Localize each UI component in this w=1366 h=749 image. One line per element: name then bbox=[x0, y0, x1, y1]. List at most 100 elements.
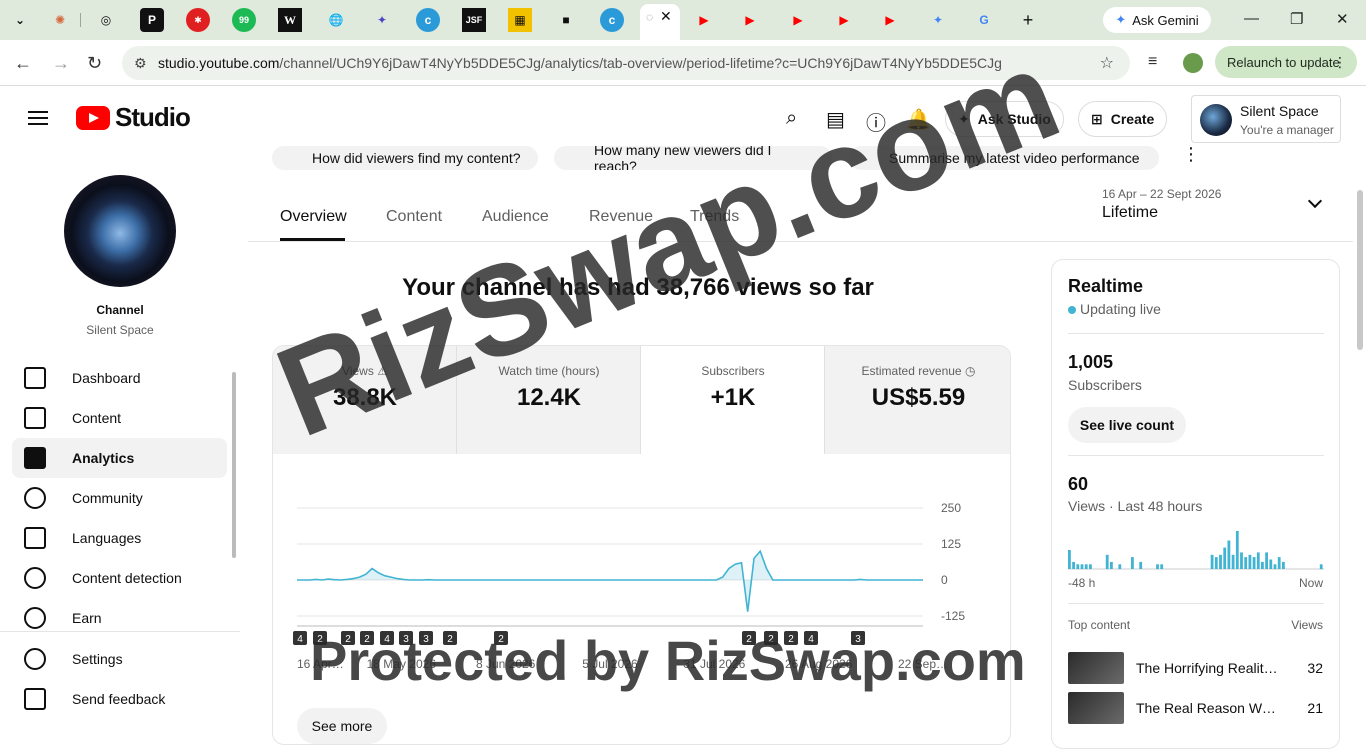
top-video-title[interactable]: The Real Reason We … bbox=[1136, 700, 1282, 716]
suggestion-chip[interactable]: How did viewers find my content? bbox=[272, 146, 538, 170]
profile-avatar-icon[interactable] bbox=[1183, 53, 1203, 73]
realtime-bar[interactable] bbox=[1244, 557, 1248, 569]
chevron-down-icon[interactable] bbox=[1307, 193, 1323, 209]
realtime-bar[interactable] bbox=[1080, 564, 1084, 570]
video-marker[interactable]: 2 bbox=[784, 631, 798, 645]
views-series-line[interactable] bbox=[297, 549, 923, 612]
new-tab-icon[interactable]: + bbox=[1016, 8, 1040, 32]
tab-favicon-c[interactable]: c bbox=[416, 8, 440, 32]
metric-subscribers[interactable]: Subscribers +1K bbox=[641, 346, 825, 454]
video-marker[interactable]: 2 bbox=[742, 631, 756, 645]
bookmark-star-icon[interactable]: ☆ bbox=[1100, 53, 1114, 73]
tab-favicon-c2[interactable]: c bbox=[600, 8, 624, 32]
minimize-icon[interactable]: — bbox=[1244, 10, 1259, 27]
metric-watch-time[interactable]: Watch time (hours) 12.4K bbox=[457, 346, 641, 454]
tab-favicon-p[interactable]: P bbox=[140, 8, 164, 32]
realtime-bar[interactable] bbox=[1160, 564, 1164, 570]
realtime-bar[interactable] bbox=[1068, 550, 1071, 569]
metric-estimated-revenue[interactable]: Estimated revenue ◷ US$5.59 bbox=[825, 346, 1010, 454]
realtime-bar[interactable] bbox=[1231, 554, 1235, 570]
back-icon[interactable]: ← bbox=[14, 53, 32, 74]
tab-audience[interactable]: Audience bbox=[482, 208, 549, 226]
tab-favicon-youtube-1[interactable]: ▶ bbox=[692, 8, 716, 32]
search-icon[interactable]: ⌕ bbox=[786, 107, 797, 130]
tab-favicon-sheet[interactable]: ▦ bbox=[508, 8, 532, 32]
restore-icon[interactable]: ❐ bbox=[1290, 10, 1303, 28]
tab-favicon-green[interactable]: 99 bbox=[232, 8, 256, 32]
more-menu-icon[interactable]: ⋮ bbox=[1333, 54, 1347, 71]
see-more-button[interactable]: See more bbox=[297, 708, 387, 744]
sidebar-item-content-detection[interactable]: Content detection bbox=[12, 558, 227, 598]
media-control-icon[interactable]: ≡ bbox=[1148, 53, 1157, 71]
video-thumbnail[interactable] bbox=[1068, 652, 1124, 684]
tab-revenue[interactable]: Revenue bbox=[589, 208, 653, 226]
menu-icon[interactable] bbox=[28, 111, 48, 125]
tab-favicon-chatgpt[interactable]: ◎ bbox=[94, 8, 118, 32]
tab-favicon-dark[interactable]: ■ bbox=[554, 8, 578, 32]
realtime-bar[interactable] bbox=[1256, 552, 1260, 569]
studio-logo-text[interactable]: Studio bbox=[115, 102, 191, 133]
video-marker[interactable]: 3 bbox=[851, 631, 865, 645]
video-marker[interactable]: 4 bbox=[804, 631, 818, 645]
realtime-bar[interactable] bbox=[1240, 552, 1243, 569]
tab-favicon-claude[interactable]: ✺ bbox=[48, 8, 72, 32]
relaunch-button[interactable]: Relaunch to update ⋮ bbox=[1215, 46, 1357, 78]
video-marker[interactable]: 2 bbox=[360, 631, 374, 645]
video-marker[interactable]: 2 bbox=[764, 631, 778, 645]
realtime-bar[interactable] bbox=[1214, 557, 1218, 569]
realtime-bar[interactable] bbox=[1139, 561, 1143, 569]
reload-icon[interactable]: ↻ bbox=[87, 53, 102, 74]
realtime-bar[interactable] bbox=[1273, 564, 1277, 570]
video-marker[interactable]: 2 bbox=[443, 631, 457, 645]
sidebar-item-analytics[interactable]: Analytics bbox=[12, 438, 227, 478]
video-marker[interactable]: 2 bbox=[313, 631, 327, 645]
create-button[interactable]: ⊞ Create bbox=[1078, 101, 1168, 137]
window-close-icon[interactable]: ✕ bbox=[1336, 10, 1349, 28]
tab-favicon-youtube-2[interactable]: ▶ bbox=[738, 8, 762, 32]
tab-overview[interactable]: Overview bbox=[280, 208, 347, 226]
sidebar-item-earn[interactable]: Earn bbox=[12, 598, 227, 638]
tab-favicon-globe[interactable]: 🌐 bbox=[324, 8, 348, 32]
period-selector[interactable]: Lifetime bbox=[1102, 204, 1158, 222]
tab-favicon-google[interactable]: G bbox=[972, 8, 996, 32]
realtime-bar[interactable] bbox=[1252, 557, 1256, 569]
tab-trends[interactable]: Trends bbox=[690, 208, 739, 226]
realtime-bar[interactable] bbox=[1072, 561, 1075, 569]
tab-favicon-red[interactable]: ✱ bbox=[186, 8, 210, 32]
ask-studio-button[interactable]: ✦ Ask Studio bbox=[945, 101, 1064, 137]
channel-avatar[interactable] bbox=[64, 175, 176, 287]
realtime-bar[interactable] bbox=[1089, 564, 1092, 570]
realtime-bar[interactable] bbox=[1210, 554, 1214, 570]
active-tab[interactable]: ◌ ✕ bbox=[640, 4, 680, 40]
sidebar-item-send-feedback[interactable]: Send feedback bbox=[12, 679, 227, 719]
video-thumbnail[interactable] bbox=[1068, 692, 1124, 724]
sidebar-item-languages[interactable]: Languages bbox=[12, 518, 227, 558]
views-line-chart[interactable]: 2501250-12542224332222244316 Apr…18 May … bbox=[273, 486, 1011, 745]
video-marker[interactable]: 2 bbox=[341, 631, 355, 645]
realtime-bar[interactable] bbox=[1118, 564, 1122, 570]
video-marker[interactable]: 2 bbox=[494, 631, 508, 645]
sidebar-item-dashboard[interactable]: Dashboard bbox=[12, 358, 227, 398]
page-scrollbar[interactable] bbox=[1357, 190, 1363, 350]
sidebar-item-settings[interactable]: Settings bbox=[12, 639, 227, 679]
video-marker[interactable]: 3 bbox=[399, 631, 413, 645]
realtime-bar-chart[interactable] bbox=[1068, 528, 1324, 570]
realtime-bar[interactable] bbox=[1261, 561, 1264, 569]
realtime-bar[interactable] bbox=[1248, 554, 1252, 570]
realtime-bar[interactable] bbox=[1076, 564, 1080, 570]
video-marker[interactable]: 4 bbox=[380, 631, 394, 645]
forward-icon[interactable]: → bbox=[52, 53, 70, 74]
site-info-icon[interactable]: ⚙ bbox=[134, 55, 147, 72]
ask-gemini-button[interactable]: ✦ Ask Gemini bbox=[1103, 7, 1211, 33]
tab-favicon-w[interactable]: W bbox=[278, 8, 302, 32]
tab-favicon-youtube-4[interactable]: ▶ bbox=[832, 8, 856, 32]
tab-favicon-gemini[interactable]: ✦ bbox=[926, 8, 950, 32]
video-marker[interactable]: 3 bbox=[419, 631, 433, 645]
tab-favicon-youtube-3[interactable]: ▶ bbox=[786, 8, 810, 32]
realtime-bar[interactable] bbox=[1105, 554, 1109, 570]
tab-favicon-youtube-5[interactable]: ▶ bbox=[878, 8, 902, 32]
realtime-bar[interactable] bbox=[1110, 561, 1113, 569]
realtime-bar[interactable] bbox=[1219, 554, 1222, 570]
metric-views[interactable]: Views ⚠ 38.8K bbox=[273, 346, 457, 454]
realtime-bar[interactable] bbox=[1235, 531, 1239, 569]
